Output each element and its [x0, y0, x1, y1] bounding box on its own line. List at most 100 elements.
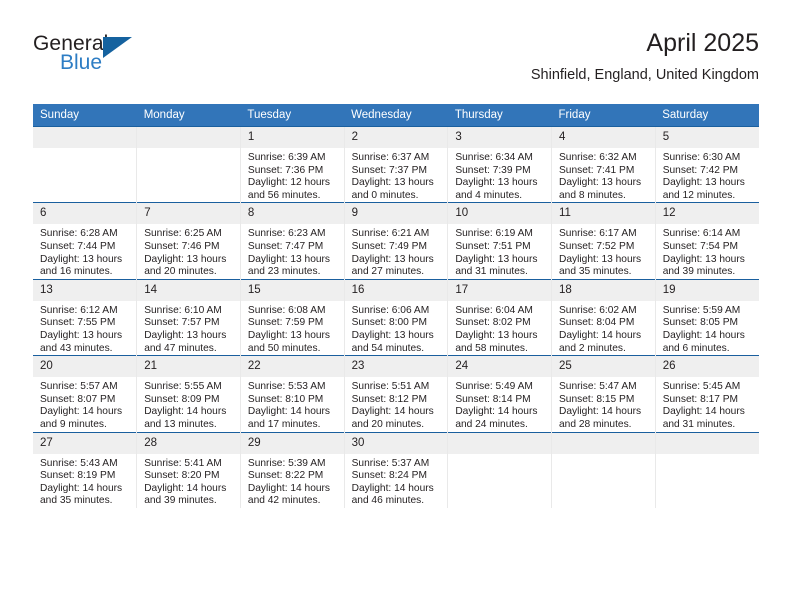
sunset-text: Sunset: 7:49 PM — [351, 240, 427, 252]
sunset-text: Sunset: 8:05 PM — [662, 317, 739, 329]
day-number — [33, 127, 137, 148]
day-number: 12 — [656, 203, 759, 225]
sunset-text: Sunset: 7:57 PM — [144, 317, 220, 329]
day-number: 17 — [448, 280, 552, 301]
calendar-day-cell[interactable]: 26 Sunrise: 5:45 AM Sunset: 8:17 PM Dayligh… — [654, 355, 759, 432]
calendar-day-cell[interactable]: 5 Sunrise: 6:30 AM Sunset: 7:42 PM Daylight… — [654, 125, 759, 203]
sunset-text: Sunset: 8:14 PM — [455, 393, 531, 405]
day-details: Sunrise: 6:12 AM Sunset: 7:55 PM Daylight:… — [33, 301, 136, 355]
calendar-day-cell[interactable]: 22 Sunrise: 5:53 AM Sunset: 8:10 PM Dayligh… — [239, 355, 345, 432]
calendar-day-cell[interactable]: 17 Sunrise: 6:04 AM Sunset: 8:02 PM Dayligh… — [447, 278, 552, 356]
logo-text-blue: Blue — [60, 51, 103, 74]
calendar-day-cell[interactable]: 25 Sunrise: 5:47 AM Sunset: 8:15 PM Dayligh… — [551, 355, 656, 432]
weekday-header-tuesday: Tuesday — [240, 104, 345, 127]
day-number: 15 — [241, 280, 344, 301]
calendar-day-cell[interactable]: 27 Sunrise: 5:43 AM Sunset: 8:19 PM Dayligh… — [33, 431, 137, 508]
sunset-text: Sunset: 8:12 PM — [351, 393, 427, 405]
sunset-text: Sunset: 7:47 PM — [247, 240, 324, 252]
calendar-page: General Blue April 2025 Shinfield, Engla… — [0, 0, 792, 612]
calendar-day-cell[interactable]: 30 Sunrise: 5:37 AM Sunset: 8:24 PM Dayligh… — [343, 431, 448, 508]
sunrise-text: Sunrise: 5:53 AM — [247, 381, 326, 393]
daylight-text-line1: Daylight: 14 hours — [662, 406, 745, 418]
daylight-text-line1: Daylight: 14 hours — [351, 482, 434, 494]
calendar-day-cell[interactable]: 16 Sunrise: 6:06 AM Sunset: 8:00 PM Dayligh… — [343, 278, 448, 356]
day-details: Sunrise: 5:43 AM Sunset: 8:19 PM Daylight:… — [33, 454, 136, 508]
day-details: Sunrise: 5:39 AM Sunset: 8:22 PM Daylight:… — [241, 454, 343, 508]
daylight-text-line1: Daylight: 14 hours — [247, 482, 331, 494]
daylight-text-line2: and 56 minutes. — [247, 189, 321, 201]
calendar-day-cell[interactable]: 2 Sunrise: 6:37 AM Sunset: 7:37 PM Daylight… — [343, 125, 448, 203]
calendar-day-cell[interactable]: 24 Sunrise: 5:49 AM Sunset: 8:14 PM Dayligh… — [447, 355, 552, 432]
calendar-day-cell[interactable]: 13 Sunrise: 6:12 AM Sunset: 7:55 PM Dayligh… — [33, 278, 137, 356]
day-number — [552, 432, 655, 454]
day-details: Sunrise: 5:45 AM Sunset: 8:17 PM Daylight:… — [656, 377, 759, 431]
calendar-day-cell[interactable]: 23 Sunrise: 5:51 AM Sunset: 8:12 PM Dayligh… — [343, 355, 448, 432]
calendar-day-cell[interactable]: 1 Sunrise: 6:39 AM Sunset: 7:36 PM Daylight… — [239, 125, 345, 203]
daylight-text-line2: and 28 minutes. — [559, 418, 632, 430]
day-number: 5 — [656, 127, 759, 148]
sunset-text: Sunset: 7:41 PM — [559, 164, 635, 176]
day-details: Sunrise: 6:21 AM Sunset: 7:49 PM Daylight:… — [345, 224, 447, 278]
daylight-text-line1: Daylight: 14 hours — [144, 482, 227, 494]
daylight-text-line1: Daylight: 13 hours — [559, 177, 642, 189]
calendar-day-cell-empty — [551, 431, 656, 508]
calendar-day-cell[interactable]: 28 Sunrise: 5:41 AM Sunset: 8:20 PM Dayligh… — [136, 431, 241, 508]
daylight-text-line1: Daylight: 14 hours — [144, 406, 227, 418]
sunset-text: Sunset: 8:15 PM — [559, 393, 635, 405]
daylight-text-line1: Daylight: 13 hours — [351, 329, 434, 341]
calendar-day-cell[interactable]: 11 Sunrise: 6:17 AM Sunset: 7:52 PM Dayligh… — [551, 202, 656, 280]
daylight-text-line1: Daylight: 14 hours — [662, 329, 745, 341]
day-details: Sunrise: 6:04 AM Sunset: 8:02 PM Daylight:… — [449, 301, 551, 355]
weekday-header-monday: Monday — [136, 104, 241, 127]
calendar-week-row: 27 Sunrise: 5:43 AM Sunset: 8:19 PM Dayligh… — [33, 431, 759, 508]
sunrise-text: Sunrise: 6:21 AM — [351, 228, 430, 240]
sunset-text: Sunset: 8:02 PM — [455, 317, 531, 329]
daylight-text-line1: Daylight: 13 hours — [351, 177, 434, 189]
daylight-text-line2: and 0 minutes. — [351, 189, 419, 201]
sunrise-text: Sunrise: 6:37 AM — [351, 152, 430, 163]
daylight-text-line2: and 9 minutes. — [40, 418, 107, 430]
day-number: 8 — [241, 203, 344, 225]
day-details: Sunrise: 6:10 AM Sunset: 7:57 PM Daylight:… — [138, 301, 240, 355]
calendar-day-cell[interactable]: 8 Sunrise: 6:23 AM Sunset: 7:47 PM Daylight… — [239, 202, 345, 280]
sunrise-text: Sunrise: 6:06 AM — [351, 304, 430, 316]
calendar-week-row: 20 Sunrise: 5:57 AM Sunset: 8:07 PM Dayligh… — [33, 355, 759, 432]
day-details: Sunrise: 6:37 AM Sunset: 7:37 PM Daylight:… — [345, 148, 447, 202]
daylight-text-line2: and 6 minutes. — [662, 342, 730, 354]
day-details: Sunrise: 5:51 AM Sunset: 8:12 PM Daylight:… — [345, 377, 447, 431]
calendar-day-cell[interactable]: 10 Sunrise: 6:19 AM Sunset: 7:51 PM Dayligh… — [447, 202, 552, 280]
day-details: Sunrise: 6:08 AM Sunset: 7:59 PM Daylight:… — [241, 301, 343, 355]
sunrise-text: Sunrise: 6:02 AM — [559, 304, 637, 316]
sunrise-text: Sunrise: 6:25 AM — [144, 228, 222, 240]
day-details: Sunrise: 6:30 AM Sunset: 7:42 PM Daylight:… — [656, 148, 759, 202]
generalblue-logo[interactable]: General Blue — [33, 32, 213, 82]
sunset-text: Sunset: 7:36 PM — [247, 164, 324, 176]
calendar-day-cell[interactable]: 14 Sunrise: 6:10 AM Sunset: 7:57 PM Dayligh… — [136, 278, 241, 356]
calendar-week-row: 13 Sunrise: 6:12 AM Sunset: 7:55 PM Dayligh… — [33, 278, 759, 356]
sunrise-text: Sunrise: 5:45 AM — [662, 381, 741, 393]
day-number: 30 — [345, 432, 448, 454]
calendar-day-cell[interactable]: 3 Sunrise: 6:34 AM Sunset: 7:39 PM Daylight… — [447, 125, 552, 203]
sunset-text: Sunset: 7:55 PM — [40, 317, 116, 329]
calendar-week-row: 6 Sunrise: 6:28 AM Sunset: 7:44 PM Daylight… — [33, 202, 759, 280]
day-details: Sunrise: 5:55 AM Sunset: 8:09 PM Daylight:… — [138, 377, 240, 431]
calendar-day-cell[interactable]: 9 Sunrise: 6:21 AM Sunset: 7:49 PM Daylight… — [343, 202, 448, 280]
calendar-day-cell[interactable]: 20 Sunrise: 5:57 AM Sunset: 8:07 PM Dayligh… — [33, 355, 137, 432]
day-details: Sunrise: 6:06 AM Sunset: 8:00 PM Daylight:… — [345, 301, 447, 355]
calendar-day-cell[interactable]: 29 Sunrise: 5:39 AM Sunset: 8:22 PM Dayligh… — [239, 431, 345, 508]
sunset-text: Sunset: 7:54 PM — [662, 240, 739, 252]
calendar-day-cell[interactable]: 7 Sunrise: 6:25 AM Sunset: 7:46 PM Daylight… — [136, 202, 241, 280]
sunrise-text: Sunrise: 5:51 AM — [351, 381, 430, 393]
calendar-day-cell[interactable]: 4 Sunrise: 6:32 AM Sunset: 7:41 PM Daylight… — [551, 125, 656, 203]
calendar-day-cell[interactable]: 18 Sunrise: 6:02 AM Sunset: 8:04 PM Dayligh… — [551, 278, 656, 356]
calendar-day-cell[interactable]: 21 Sunrise: 5:55 AM Sunset: 8:09 PM Dayligh… — [136, 355, 241, 432]
calendar-day-cell[interactable]: 6 Sunrise: 6:28 AM Sunset: 7:44 PM Daylight… — [33, 202, 137, 280]
calendar-day-cell[interactable]: 15 Sunrise: 6:08 AM Sunset: 7:59 PM Dayligh… — [239, 278, 345, 356]
day-details: Sunrise: 5:41 AM Sunset: 8:20 PM Daylight:… — [138, 454, 240, 508]
day-number: 11 — [552, 203, 655, 225]
calendar-day-cell[interactable]: 19 Sunrise: 5:59 AM Sunset: 8:05 PM Dayligh… — [654, 278, 759, 356]
day-number: 18 — [552, 280, 655, 301]
daylight-text-line2: and 17 minutes. — [247, 418, 321, 430]
calendar-day-cell[interactable]: 12 Sunrise: 6:14 AM Sunset: 7:54 PM Dayligh… — [654, 202, 759, 280]
sunrise-text: Sunrise: 5:43 AM — [40, 457, 118, 469]
